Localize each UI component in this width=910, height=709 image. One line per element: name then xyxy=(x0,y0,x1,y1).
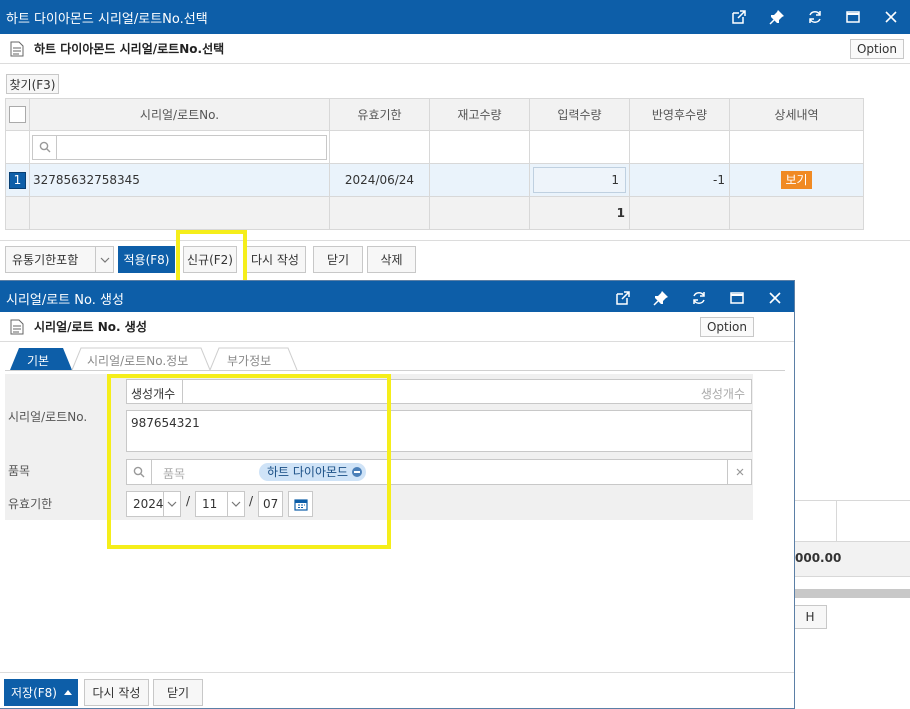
col-header-detail[interactable]: 상세내역 xyxy=(729,98,864,131)
serial-table: 시리얼/로트No. 유효기한 재고수량 입력수량 반영후수량 상세내역 1 32… xyxy=(5,98,864,230)
total-row: 1 xyxy=(5,196,864,230)
pin-icon[interactable] xyxy=(758,0,796,34)
count-placeholder: 생성개수 xyxy=(700,387,745,401)
dialog-close-button[interactable]: 닫기 xyxy=(153,679,203,706)
col-header-expiry[interactable]: 유효기한 xyxy=(329,98,430,131)
main-titlebar[interactable]: 하트 다이아몬드 시리얼/로트No.선택 xyxy=(0,0,910,34)
tab-additional-info[interactable]: 부가정보 xyxy=(227,352,271,369)
row-after-qty: -1 xyxy=(629,163,730,197)
item-label: 품목 xyxy=(8,464,31,478)
chevron-down-icon xyxy=(95,247,113,272)
background-amount: 000.00 xyxy=(795,551,842,565)
background-scrollbar xyxy=(795,589,910,598)
caret-up-icon[interactable] xyxy=(64,690,72,695)
search-icon xyxy=(33,135,57,159)
main-close-button[interactable]: 닫기 xyxy=(313,246,363,273)
dialog-maximize-icon[interactable] xyxy=(718,281,756,315)
dialog-pin-icon[interactable] xyxy=(642,281,680,315)
maximize-icon[interactable] xyxy=(834,0,872,34)
dialog-subheader: 시리얼/로트 No. 생성 Option xyxy=(0,312,794,342)
highlight-form xyxy=(107,374,391,549)
input-qty-field[interactable]: 1 xyxy=(533,167,626,193)
select-all-checkbox[interactable] xyxy=(9,106,26,123)
serial-create-dialog: 시리얼/로트 No. 생성 시리얼/로트 No. 생성 Option 기본 시리… xyxy=(0,280,795,709)
tab-basic[interactable]: 기본 xyxy=(27,352,49,369)
filter-row xyxy=(5,130,864,164)
serial-label: 시리얼/로트No. xyxy=(8,410,88,424)
select-all-cell[interactable] xyxy=(5,98,30,131)
background-panel: 000.00 H xyxy=(793,500,910,709)
dialog-document-icon xyxy=(10,319,24,334)
apply-button[interactable]: 적용(F8) xyxy=(118,246,175,273)
main-rewrite-button[interactable]: 다시 작성 xyxy=(244,246,306,273)
main-option-button[interactable]: Option xyxy=(849,38,904,59)
delete-button[interactable]: 삭제 xyxy=(367,246,416,273)
table-header-row: 시리얼/로트No. 유효기한 재고수량 입력수량 반영후수량 상세내역 xyxy=(5,98,864,131)
serial-search-field[interactable] xyxy=(32,134,327,160)
col-header-input-qty[interactable]: 입력수량 xyxy=(529,98,630,131)
expiry-include-value: 유통기한포함 xyxy=(12,253,79,267)
save-label: 저장(F8) xyxy=(11,686,57,700)
dialog-popout-icon[interactable] xyxy=(604,281,642,315)
table-row[interactable]: 1 32785632758345 2024/06/24 1 -1 보기 xyxy=(5,163,864,197)
item-clear-icon[interactable] xyxy=(727,460,751,484)
background-grid-line xyxy=(836,501,837,541)
tab-serial-info[interactable]: 시리얼/로트No.정보 xyxy=(87,352,188,369)
dialog-rewrite-button[interactable]: 다시 작성 xyxy=(84,679,149,706)
main-window-title: 하트 다이아몬드 시리얼/로트No.선택 xyxy=(6,11,208,27)
expiry-label: 유효기한 xyxy=(8,497,53,511)
main-footer-divider xyxy=(0,240,910,241)
popout-icon[interactable] xyxy=(720,0,758,34)
document-icon xyxy=(10,41,24,56)
dialog-tabs: 기본 시리얼/로트No.정보 부가정보 xyxy=(5,347,785,371)
col-header-after-qty[interactable]: 반영후수량 xyxy=(629,98,730,131)
dialog-close-icon[interactable] xyxy=(756,281,794,315)
dialog-option-button[interactable]: Option xyxy=(699,316,754,337)
main-subheader-title: 하트 다이아몬드 시리얼/로트No.선택 xyxy=(34,42,225,56)
save-button[interactable]: 저장(F8) xyxy=(4,679,78,706)
close-icon[interactable] xyxy=(872,0,910,34)
expiry-include-select[interactable]: 유통기한포함 xyxy=(5,246,114,273)
total-input-qty: 1 xyxy=(529,196,630,230)
background-button[interactable]: H xyxy=(793,605,827,629)
highlight-new-button xyxy=(176,230,247,284)
dialog-subheader-title: 시리얼/로트 No. 생성 xyxy=(34,320,147,334)
detail-view-button[interactable]: 보기 xyxy=(781,171,812,189)
col-header-stock[interactable]: 재고수량 xyxy=(429,98,530,131)
dialog-title: 시리얼/로트 No. 생성 xyxy=(6,292,124,308)
row-serial: 32785632758345 xyxy=(29,163,330,197)
dialog-refresh-icon[interactable] xyxy=(680,281,718,315)
find-button[interactable]: 찾기(F3) xyxy=(6,74,59,94)
row-expiry: 2024/06/24 xyxy=(329,163,430,197)
row-index-badge: 1 xyxy=(9,171,26,189)
row-stock xyxy=(429,163,530,197)
dialog-footer-divider xyxy=(0,672,794,673)
dialog-titlebar[interactable]: 시리얼/로트 No. 생성 xyxy=(0,281,794,315)
col-header-serial[interactable]: 시리얼/로트No. xyxy=(29,98,330,131)
refresh-icon[interactable] xyxy=(796,0,834,34)
main-subheader: 하트 다이아몬드 시리얼/로트No.선택 Option xyxy=(0,34,910,64)
